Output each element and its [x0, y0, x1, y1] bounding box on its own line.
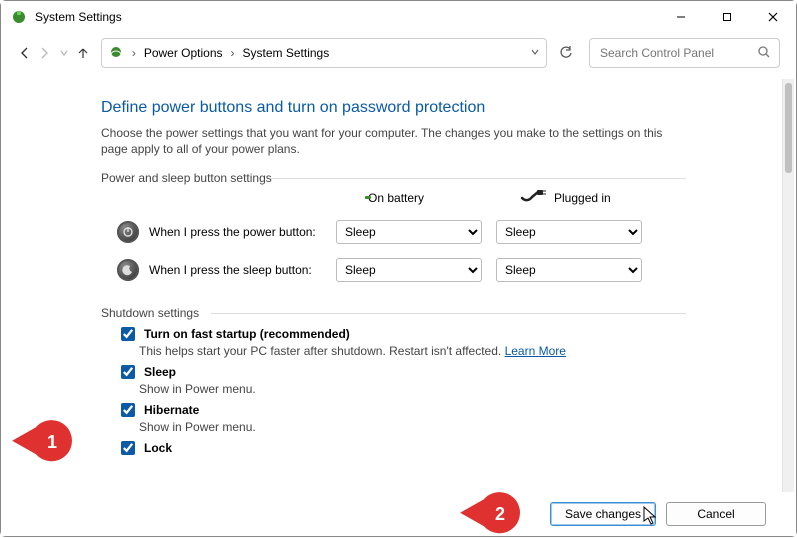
window-title: System Settings [35, 10, 122, 24]
power-button-row: When I press the power button: Sleep Sle… [101, 220, 686, 244]
page-heading: Define power buttons and turn on passwor… [101, 99, 686, 117]
breadcrumb-current[interactable]: System Settings [243, 46, 330, 60]
close-button[interactable] [750, 1, 796, 33]
shutdown-item-fast-startup: Turn on fast startup (recommended) This … [101, 324, 686, 358]
title-bar: System Settings [1, 1, 796, 33]
shutdown-item-sleep: Sleep Show in Power menu. [101, 362, 686, 396]
sleep-checkbox[interactable] [121, 365, 135, 379]
page-description: Choose the power settings that you want … [101, 125, 686, 157]
breadcrumb-root[interactable]: Power Options [144, 46, 223, 60]
hibernate-checkbox[interactable] [121, 403, 135, 417]
minimize-button[interactable] [658, 1, 704, 33]
cancel-button[interactable]: Cancel [666, 502, 766, 526]
on-battery-label: On battery [368, 191, 424, 205]
power-button-label: When I press the power button: [149, 225, 316, 239]
hibernate-desc: Show in Power menu. [117, 420, 686, 434]
chevron-right-icon [130, 46, 138, 60]
search-box[interactable] [589, 38, 780, 68]
sleep-button-row: When I press the sleep button: Sleep Sle… [101, 258, 686, 282]
hibernate-title: Hibernate [144, 403, 199, 417]
content-area: Define power buttons and turn on passwor… [1, 79, 796, 492]
power-button-battery-select[interactable]: Sleep [336, 220, 482, 244]
footer: Save changes Cancel [1, 492, 796, 536]
vertical-scrollbar[interactable] [782, 79, 794, 492]
recent-dropdown[interactable] [56, 41, 71, 65]
sleep-button-plugged-select[interactable]: Sleep [496, 258, 642, 282]
sleep-desc: Show in Power menu. [117, 382, 686, 396]
lock-checkbox[interactable] [121, 441, 135, 455]
address-dropdown[interactable] [530, 46, 540, 60]
plugged-in-label: Plugged in [554, 191, 611, 205]
sleep-icon [117, 259, 139, 281]
fast-startup-checkbox[interactable] [121, 327, 135, 341]
shutdown-item-hibernate: Hibernate Show in Power menu. [101, 400, 686, 434]
forward-button[interactable] [36, 41, 51, 65]
lock-title: Lock [144, 441, 172, 455]
nav-bar: Power Options System Settings [1, 33, 796, 73]
save-changes-button[interactable]: Save changes [550, 502, 656, 526]
plug-icon [520, 189, 546, 206]
search-icon [757, 45, 771, 62]
app-icon [11, 9, 27, 25]
fast-startup-title: Turn on fast startup (recommended) [144, 327, 350, 341]
sleep-button-battery-select[interactable]: Sleep [336, 258, 482, 282]
column-headers: On battery Plugged in [101, 189, 686, 206]
address-bar[interactable]: Power Options System Settings [101, 38, 547, 68]
power-button-plugged-select[interactable]: Sleep [496, 220, 642, 244]
back-button[interactable] [17, 41, 32, 65]
shutdown-item-lock: Lock [101, 438, 686, 458]
divider [211, 313, 686, 314]
address-icon [108, 44, 124, 63]
chevron-right-icon [229, 46, 237, 60]
scrollbar-thumb[interactable] [785, 83, 792, 173]
fast-startup-desc: This helps start your PC faster after sh… [139, 344, 505, 358]
sleep-button-label: When I press the sleep button: [149, 263, 312, 277]
refresh-button[interactable] [559, 46, 573, 60]
learn-more-link[interactable]: Learn More [505, 344, 566, 358]
up-button[interactable] [75, 41, 90, 65]
search-input[interactable] [598, 45, 757, 61]
power-icon [117, 221, 139, 243]
maximize-button[interactable] [704, 1, 750, 33]
sleep-title: Sleep [144, 365, 176, 379]
divider [271, 178, 686, 179]
